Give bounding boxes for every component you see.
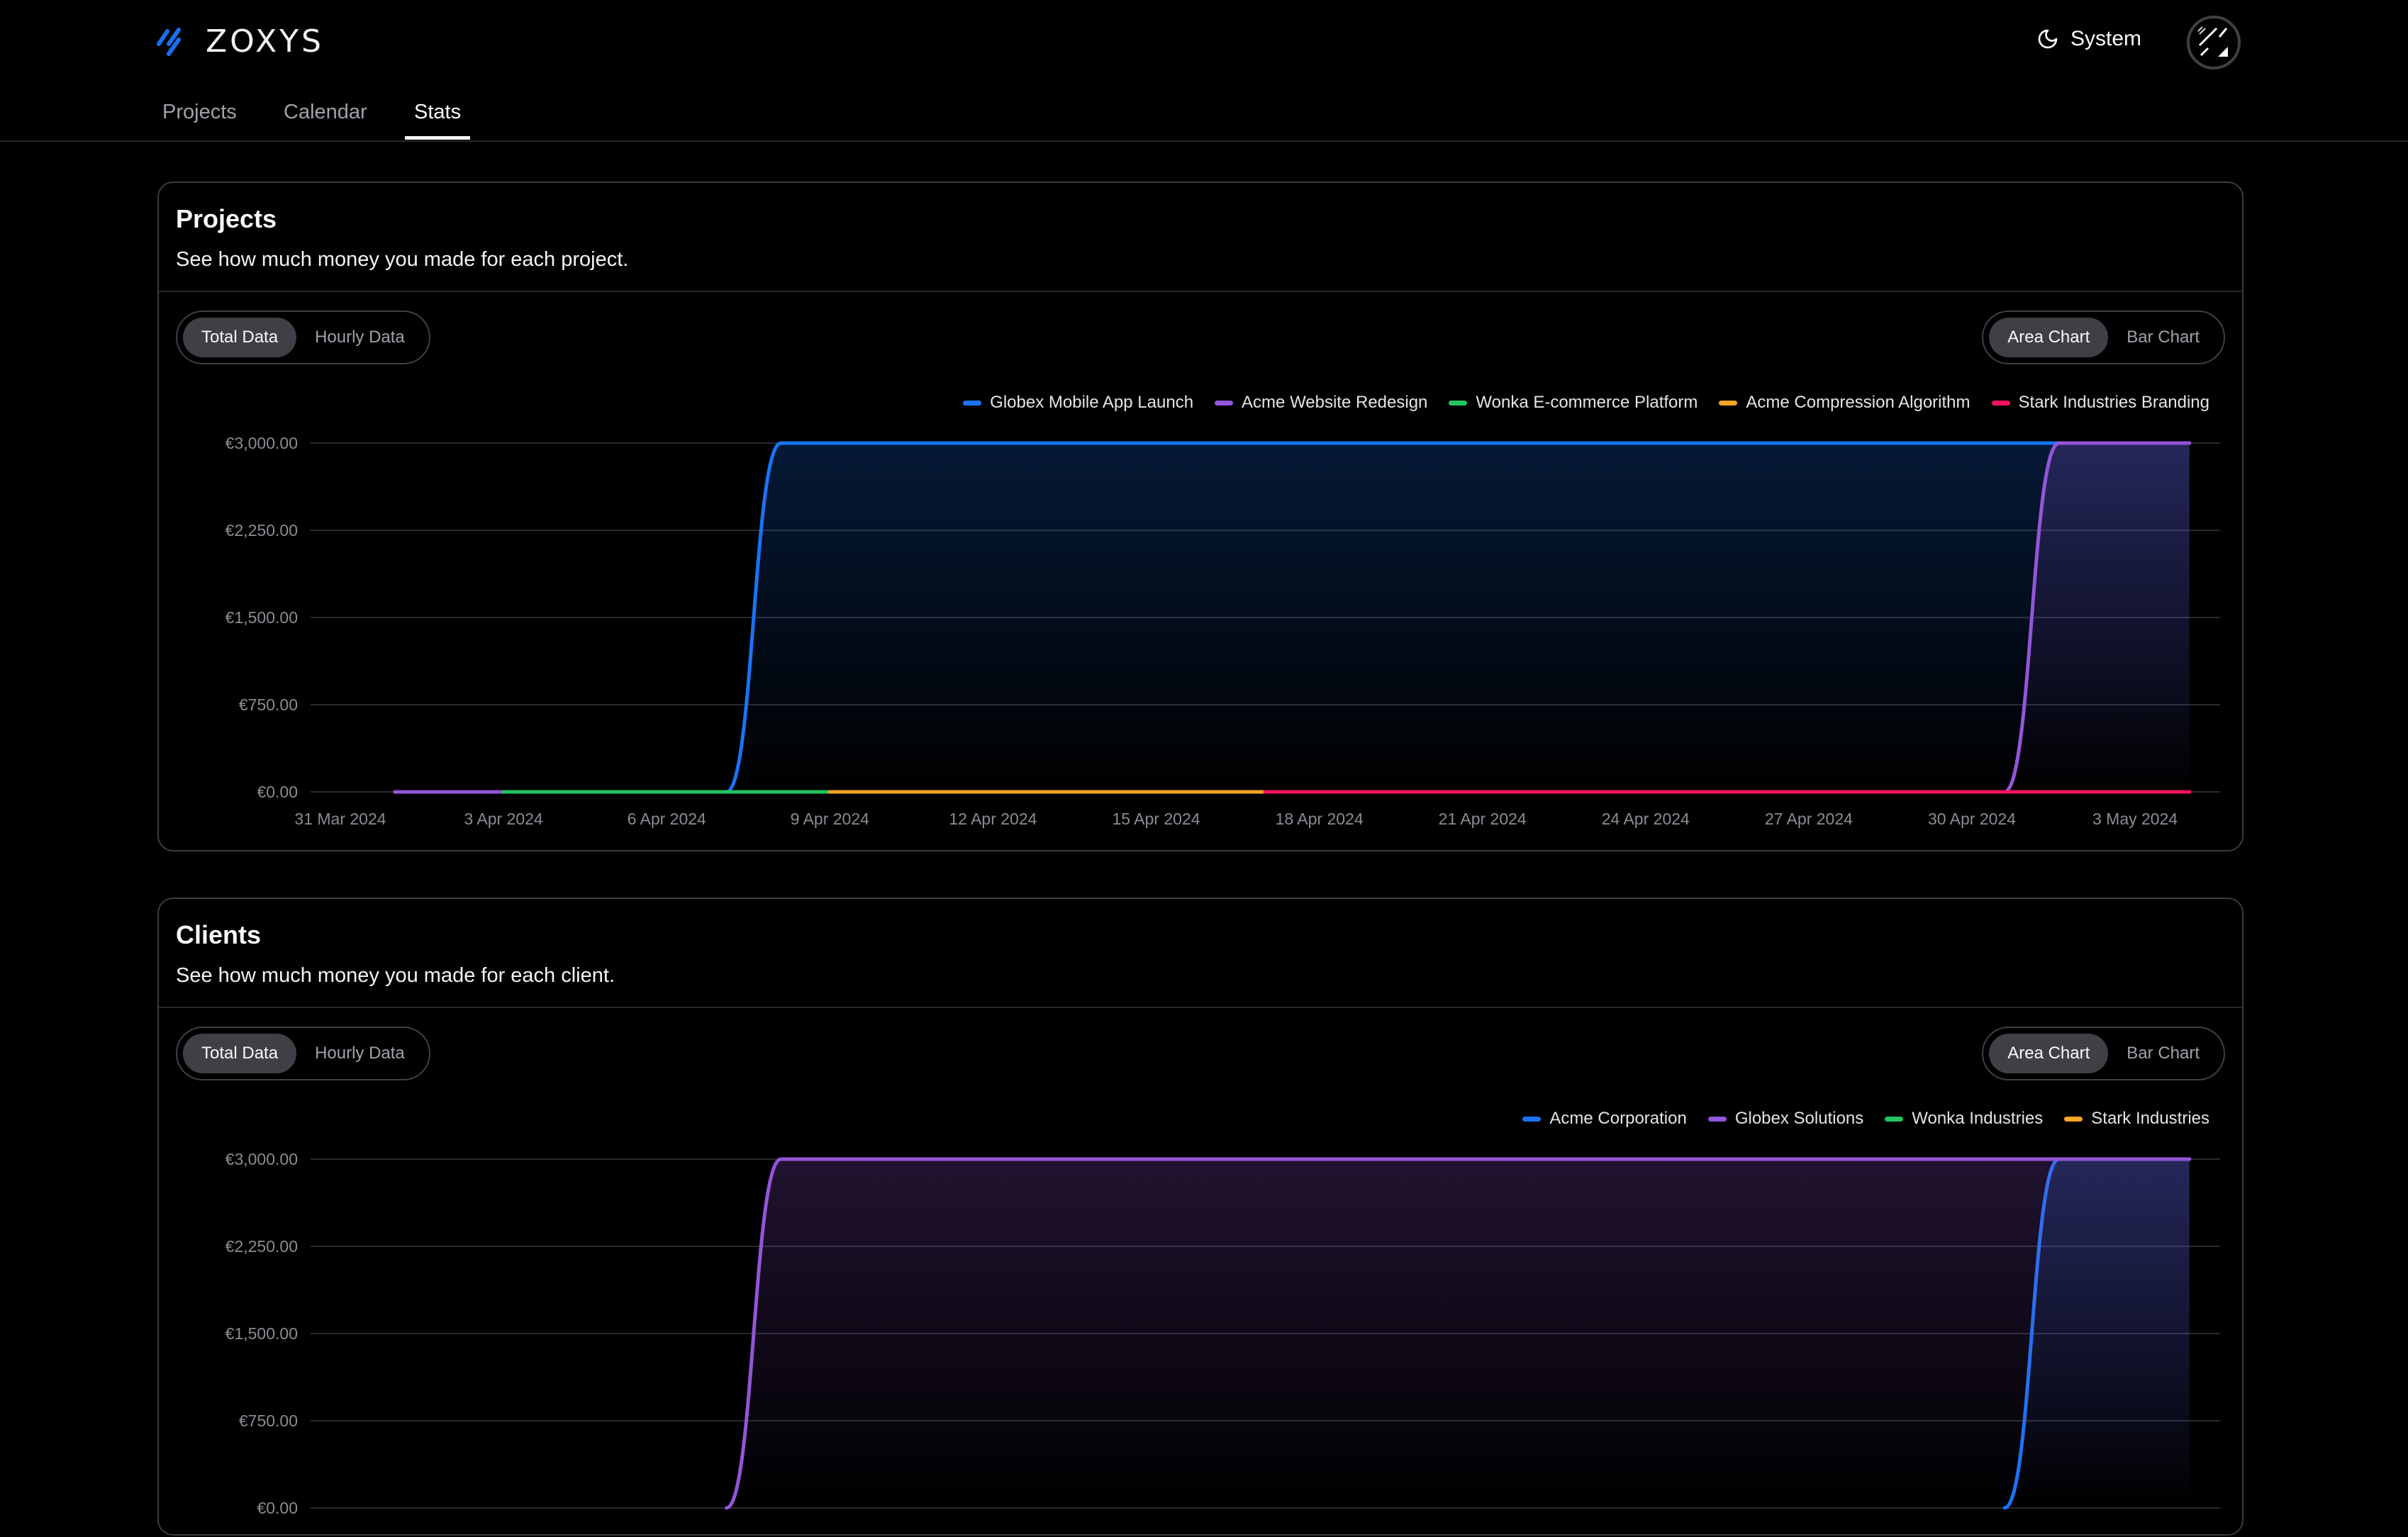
y-tick-label: €2,250.00 [225, 1237, 298, 1256]
y-tick-label: €3,000.00 [225, 1150, 298, 1168]
clients-card: Clients See how much money you made for … [157, 898, 2243, 1536]
y-tick-label: €0.00 [257, 783, 298, 801]
series-area [726, 1159, 2190, 1508]
tab-projects[interactable]: Projects [162, 101, 237, 124]
tab-stats[interactable]: Stats [414, 101, 461, 124]
x-tick-label: 6 Apr 2024 [628, 810, 706, 828]
tab-calendar[interactable]: Calendar [284, 101, 367, 124]
theme-toggle-button[interactable]: System [2036, 27, 2141, 51]
header-divider [0, 140, 2408, 142]
x-tick-label: 12 Apr 2024 [949, 810, 1037, 828]
x-tick-label: 21 Apr 2024 [1439, 810, 1527, 828]
y-tick-label: €750.00 [239, 695, 298, 714]
brand-logo[interactable]: ZOXYS [155, 26, 324, 58]
x-tick-label: 30 Apr 2024 [1928, 810, 2016, 828]
y-tick-label: €1,500.00 [225, 1324, 298, 1343]
y-tick-label: €2,250.00 [225, 521, 298, 540]
avatar-pattern-icon [2197, 26, 2228, 57]
brand-name: ZOXYS [206, 23, 324, 60]
projects-area-chart: €0.00 €750.00 €1,500.00 €2,250.00 €3,000.00 3… [225, 434, 2220, 828]
x-tick-label: 18 Apr 2024 [1276, 810, 1364, 828]
series-area [726, 443, 2190, 792]
user-avatar[interactable] [2187, 16, 2241, 69]
y-tick-label: €3,000.00 [225, 434, 298, 452]
x-tick-label: 15 Apr 2024 [1112, 810, 1200, 828]
x-tick-label: 3 May 2024 [2092, 810, 2178, 828]
clients-area-chart: €0.00 €750.00 €1,500.00 €2,250.00 €3,000.00 [225, 1150, 2220, 1517]
projects-card: Projects See how much money you made for… [157, 181, 2243, 851]
x-tick-label: 9 Apr 2024 [791, 810, 869, 828]
x-tick-label: 27 Apr 2024 [1765, 810, 1853, 828]
triple-slash-logo-icon [157, 28, 181, 56]
x-tick-label: 24 Apr 2024 [1602, 810, 1690, 828]
x-tick-label: 3 Apr 2024 [464, 810, 542, 828]
moon-icon [2038, 29, 2058, 49]
active-tab-indicator [405, 136, 470, 140]
y-tick-label: €1,500.00 [225, 608, 298, 627]
y-tick-label: €750.00 [239, 1412, 298, 1430]
theme-label: System [2070, 27, 2142, 50]
x-tick-label: 31 Mar 2024 [294, 810, 386, 828]
y-tick-label: €0.00 [257, 1499, 298, 1517]
